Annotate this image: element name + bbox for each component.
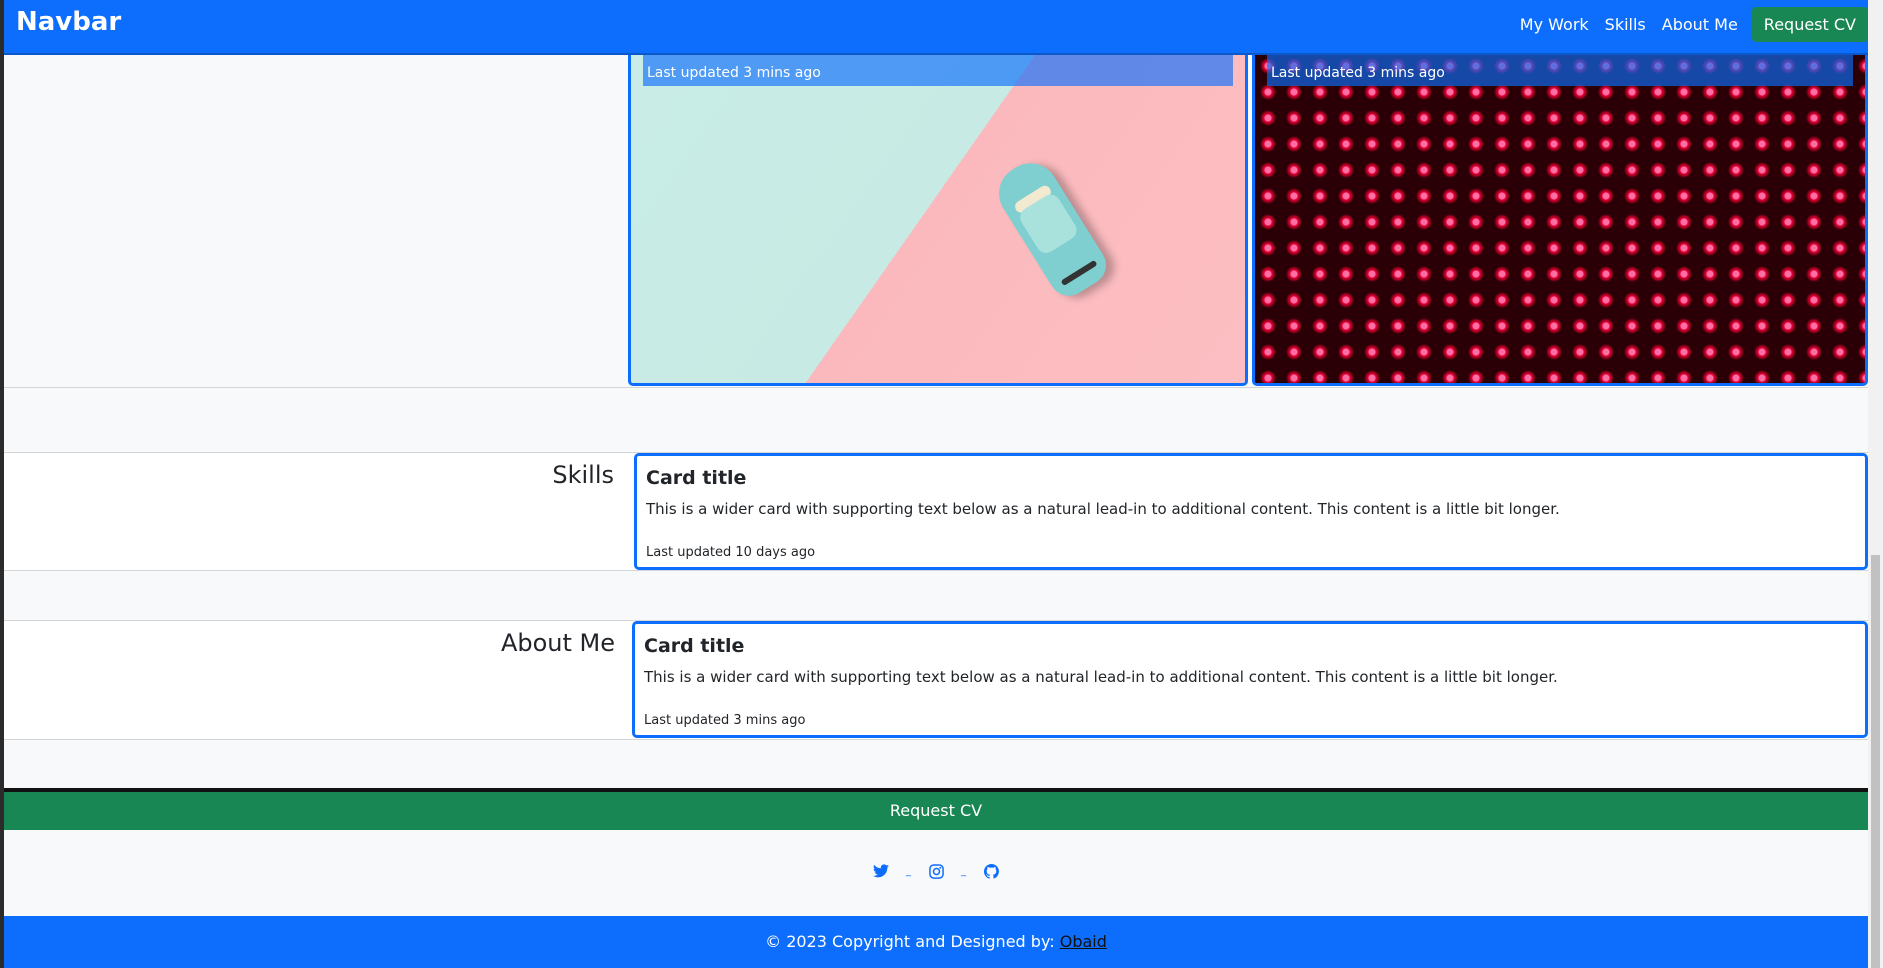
section-heading-skills: Skills (552, 461, 614, 489)
scrollbar-thumb[interactable] (1871, 555, 1880, 968)
navbar-brand[interactable]: Navbar (16, 7, 121, 37)
twitter-icon[interactable] (872, 862, 890, 880)
card-overlay: Last updated 3 mins ago (1267, 53, 1853, 86)
card-updated: Last updated 3 mins ago (644, 713, 806, 728)
card-text: This is a wider card with supporting tex… (646, 500, 1560, 518)
card-title: Card title (646, 467, 747, 489)
card-updated: Last updated 3 mins ago (647, 65, 821, 81)
nav-link-skills[interactable]: Skills (1597, 15, 1654, 34)
copyright-bar: © 2023 Copyright and Designed by: Obaid (4, 916, 1868, 968)
nav-link-about-me[interactable]: About Me (1654, 15, 1746, 34)
navbar: Navbar My Work Skills About Me Request C… (4, 0, 1868, 55)
card-title: Card title (644, 635, 745, 657)
navbar-request-cv-button[interactable]: Request CV (1751, 6, 1868, 42)
card-overlay: Last updated 3 mins ago (643, 53, 1233, 86)
page: Last updated 3 mins ago Last updated 3 m… (4, 0, 1868, 968)
social-links: _ _ (4, 862, 1868, 880)
footer-request-cv-button[interactable]: Request CV (4, 792, 1868, 830)
toy-car-image (980, 147, 1122, 308)
separator: _ (961, 865, 966, 877)
card-updated: Last updated 3 mins ago (1271, 65, 1445, 81)
section-heading-about: About Me (500, 629, 615, 657)
nav-links: My Work Skills About Me Request CV (1512, 6, 1868, 42)
card-text: This is a wider card with supporting tex… (644, 668, 1558, 686)
copyright-text: © 2023 Copyright and Designed by: (765, 932, 1060, 951)
instagram-icon[interactable] (927, 862, 945, 880)
nav-link-my-work[interactable]: My Work (1512, 15, 1597, 34)
about-card: Card title This is a wider card with sup… (632, 621, 1868, 738)
author-link[interactable]: Obaid (1060, 932, 1107, 951)
github-icon[interactable] (982, 862, 1000, 880)
work-card-led[interactable]: Last updated 3 mins ago (1252, 50, 1868, 386)
separator: _ (906, 865, 911, 877)
skills-card: Card title This is a wider card with sup… (634, 453, 1868, 570)
work-card-car[interactable]: Last updated 3 mins ago (628, 50, 1248, 386)
card-updated: Last updated 10 days ago (646, 545, 816, 560)
